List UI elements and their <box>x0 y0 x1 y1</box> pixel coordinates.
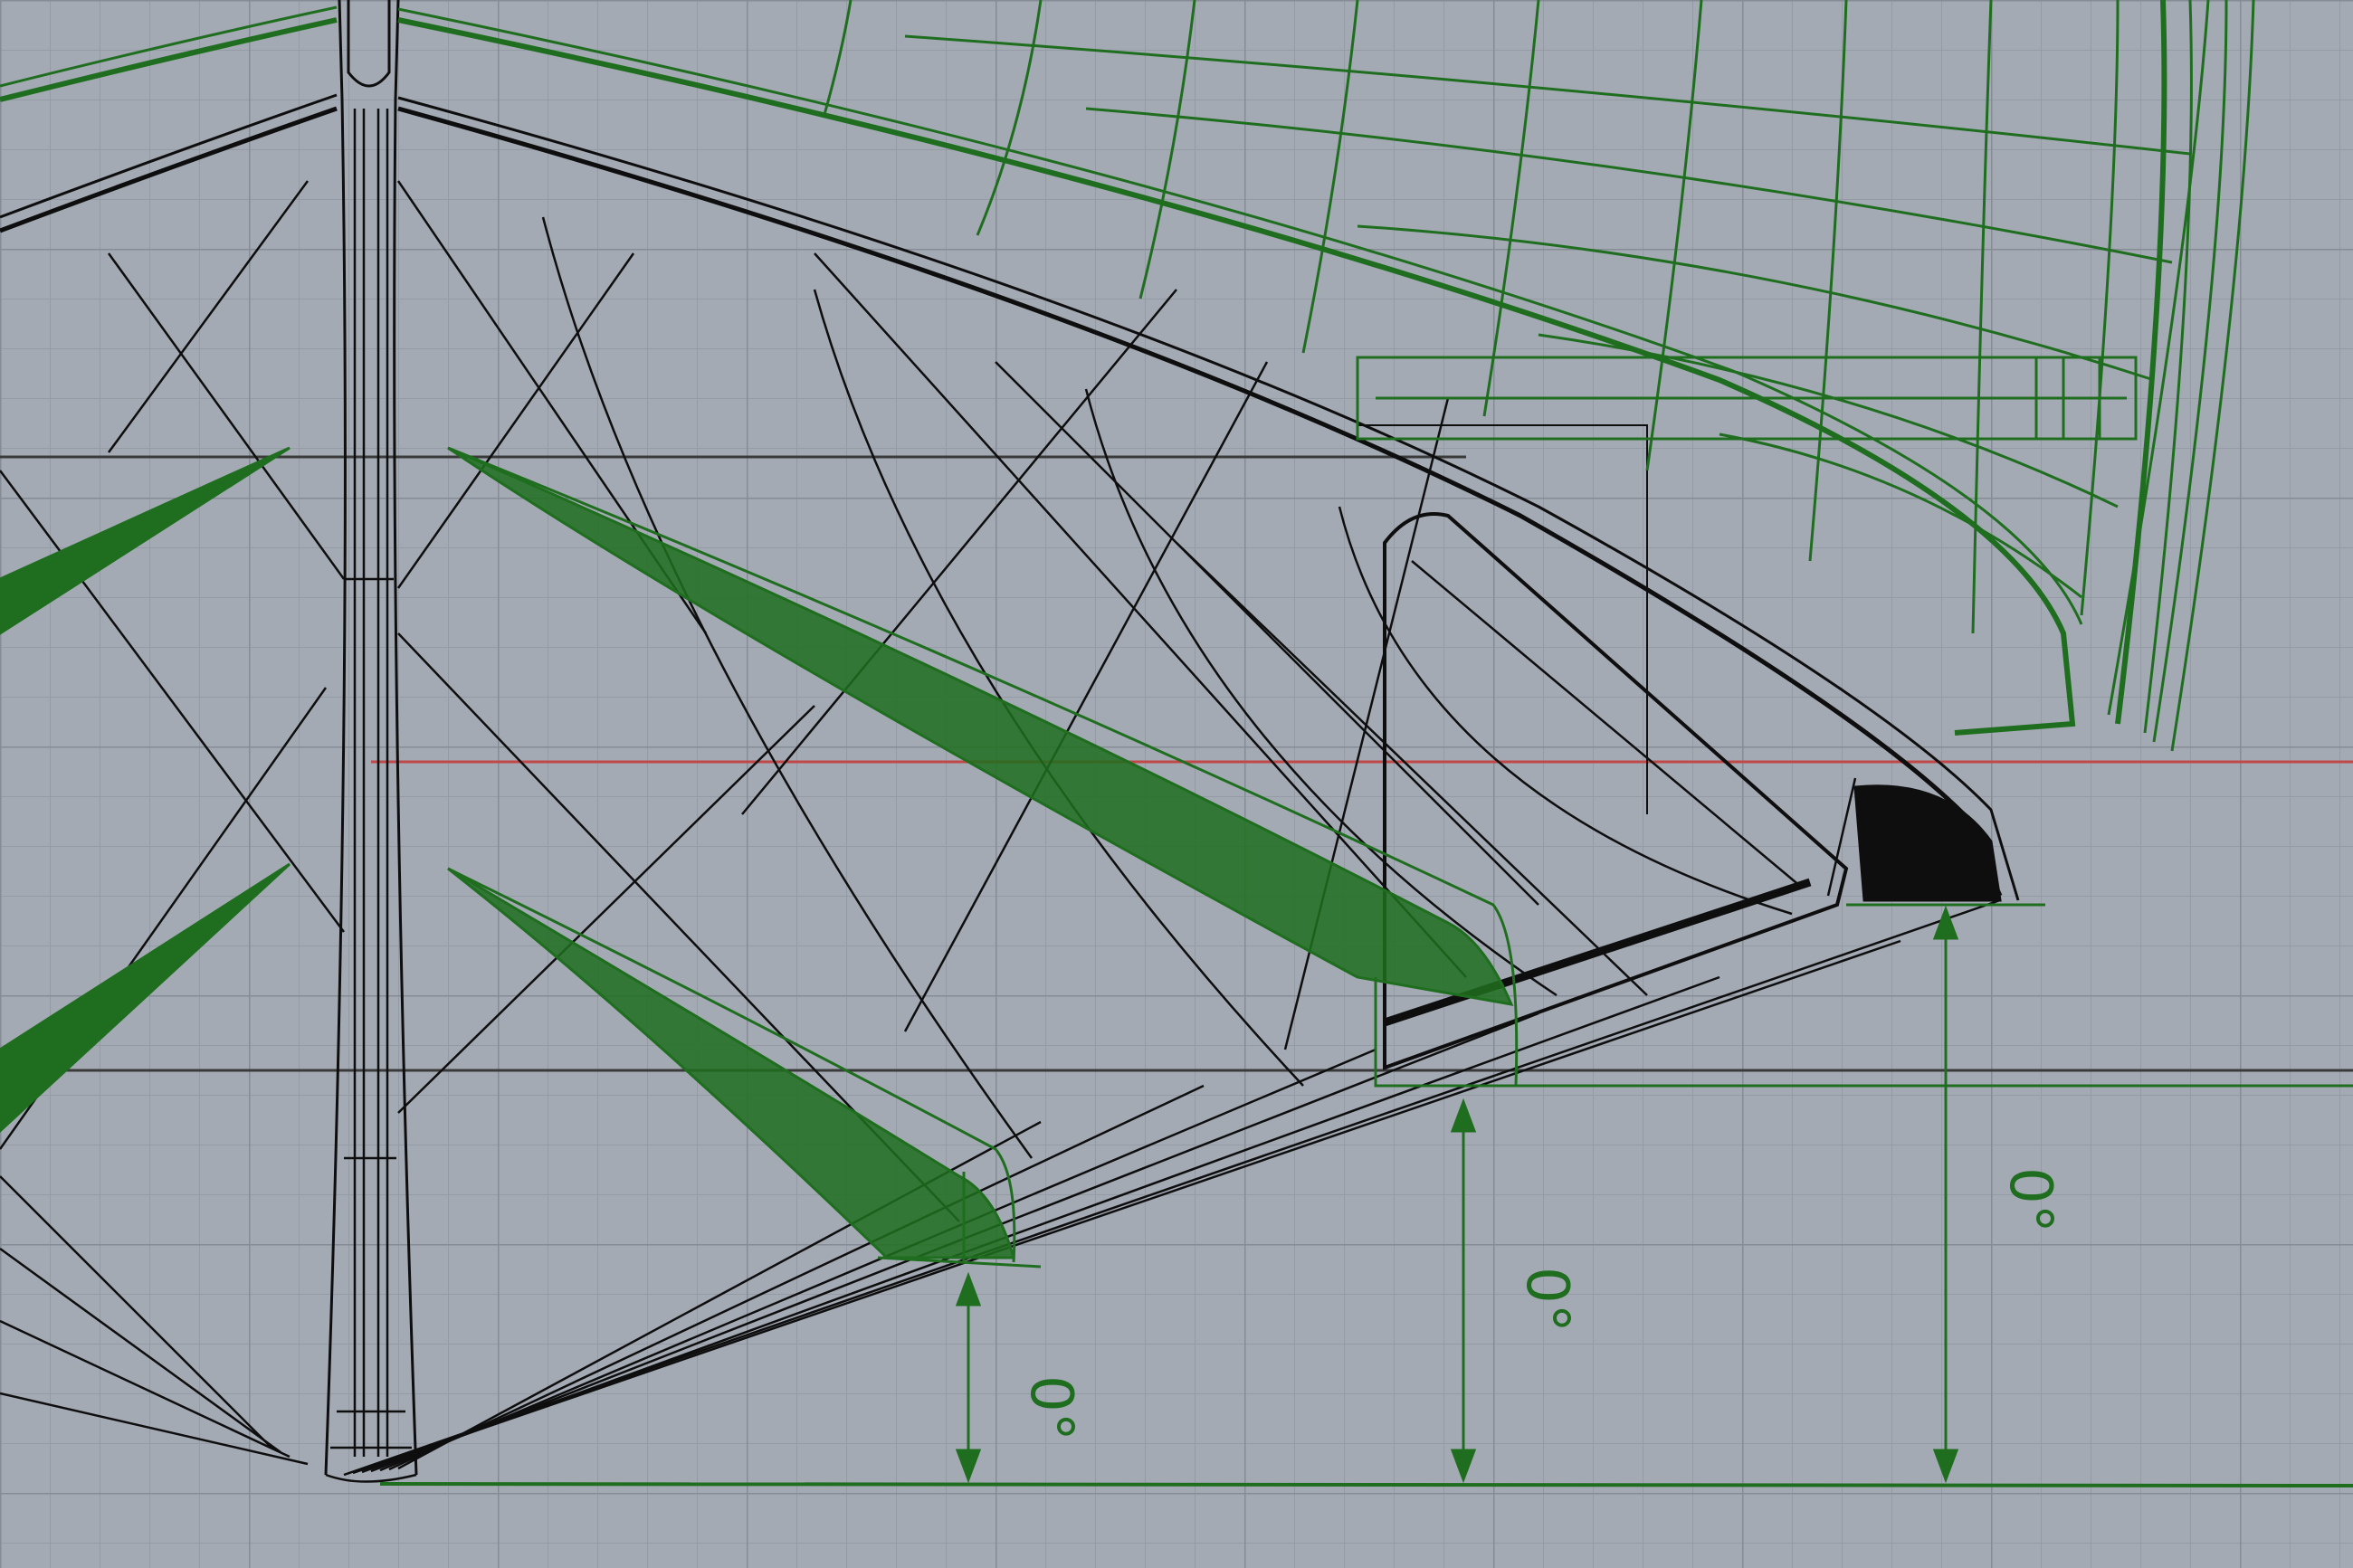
rhino-perspective-viewport[interactable]: 0° 0° 0° <box>0 0 2353 1568</box>
construction-grid <box>0 0 2353 1568</box>
dim-label-rear: 0° <box>1996 1167 2063 1233</box>
dim-label-mid: 0° <box>1513 1267 1580 1333</box>
baseline <box>379 1482 2353 1487</box>
viewport-canvas[interactable]: 0° 0° 0° <box>0 0 2353 1568</box>
dim-label-front: 0° <box>1017 1375 1084 1441</box>
